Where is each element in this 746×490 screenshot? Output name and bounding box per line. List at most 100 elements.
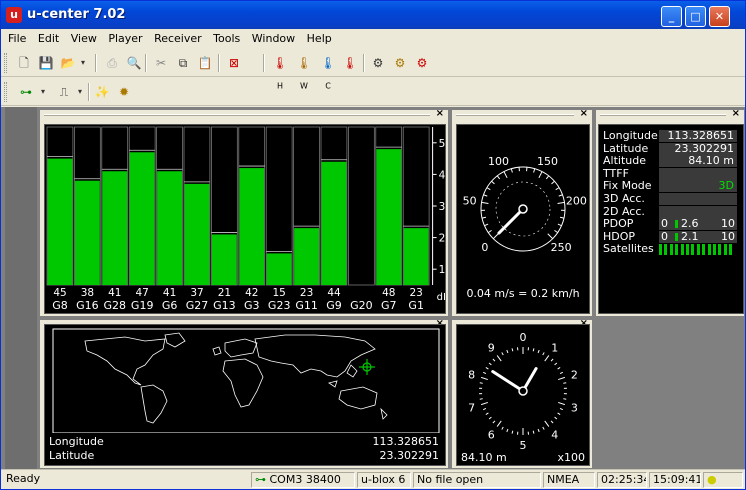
snr-value-g1: 23: [410, 287, 423, 299]
snr-sat-label-g9: G9: [326, 299, 342, 312]
alt-tick-label: 7: [468, 402, 475, 415]
status-port[interactable]: ⊶ COM3 38400: [251, 472, 355, 488]
toolbar-grip[interactable]: [4, 82, 7, 102]
pdop-min: 0: [661, 217, 668, 231]
alt-tick: [554, 416, 558, 420]
panel-close-icon[interactable]: ×: [732, 108, 740, 119]
map-longitude-label: Longitude: [49, 435, 104, 448]
menu-window[interactable]: Window: [252, 29, 295, 45]
menu-file[interactable]: File: [8, 29, 26, 45]
new-file-icon[interactable]: 🗋: [15, 54, 33, 72]
thermometer-plus-icon[interactable]: 🌡: [341, 54, 359, 72]
open-folder-icon[interactable]: 📂: [59, 54, 77, 72]
alt-tick: [488, 416, 492, 420]
panel-close-icon[interactable]: ×: [580, 108, 588, 119]
info-label-satellites: Satellites: [603, 242, 654, 256]
map-latitude-value: 23.302291: [379, 449, 440, 462]
snr-sat-label-g20: G20: [350, 299, 373, 312]
alt-tick-label: 0: [520, 331, 527, 344]
toolbar-separator: [363, 54, 365, 72]
speed-tick: [533, 168, 536, 173]
minimize-button[interactable]: _: [661, 6, 682, 27]
speed-tick: [558, 194, 563, 197]
menu-tools[interactable]: Tools: [213, 29, 240, 45]
alt-hub: [518, 386, 528, 396]
menu-view[interactable]: View: [71, 29, 97, 45]
alt-tick: [557, 367, 561, 370]
snr-y-tick-label: 10: [439, 264, 445, 276]
menu-help[interactable]: Help: [307, 29, 332, 45]
world-map[interactable]: Longitude 113.328651 Latitude 23.302291: [44, 324, 446, 466]
snr-sat-label-g6: G6: [162, 299, 178, 312]
baudrate-icon[interactable]: ⎍: [53, 83, 75, 101]
close-doc-icon[interactable]: ⊠: [225, 54, 243, 72]
snr-sat-label-g3: G3: [244, 299, 260, 312]
alt-tick: [563, 398, 567, 400]
signal-strength-panel: × 45 G8 38 G16 41 G28 47 G19 41 G6 37 G27 21 G13 42 G3 1…: [39, 108, 452, 317]
title-bar[interactable]: u u-center 7.02 _ □ ✕: [1, 1, 745, 29]
snr-sat-label-g8: G8: [52, 299, 68, 312]
snr-value-g16: 38: [81, 287, 94, 299]
close-button[interactable]: ✕: [709, 6, 730, 27]
snr-bar-g1: [403, 228, 429, 285]
snr-bar-g9: [321, 161, 347, 285]
info-value-ttff: [659, 167, 737, 180]
alt-tick-label: 4: [551, 429, 558, 442]
speed-tick: [538, 171, 543, 179]
alt-tick: [482, 408, 487, 411]
save-icon[interactable]: 💾: [37, 54, 55, 72]
toolbar-separator: [88, 83, 90, 101]
menu-edit[interactable]: Edit: [38, 29, 59, 45]
snr-y-tick-label: 50: [439, 138, 445, 150]
thermometer-hot-icon[interactable]: 🌡H: [271, 54, 289, 90]
toolbar-grip[interactable]: [4, 53, 7, 73]
print-preview-icon[interactable]: 🔍: [125, 54, 143, 72]
baudrate-dropdown-icon[interactable]: ▾: [75, 83, 85, 101]
left-dock-strip: [5, 107, 37, 469]
reset-icon[interactable]: ✹: [115, 83, 133, 101]
snr-sat-label-g19: G19: [131, 299, 154, 312]
speed-needle: [497, 207, 525, 235]
speed-tick: [555, 187, 560, 191]
maximize-button[interactable]: □: [685, 6, 706, 27]
status-time-2: 15:09:41: [649, 472, 701, 488]
snr-bar-g28: [102, 171, 128, 285]
copy-icon[interactable]: ⧉: [174, 54, 192, 72]
alt-tick: [492, 358, 496, 362]
panel-close-icon[interactable]: ×: [436, 108, 444, 119]
info-hdop-bar: 0 2.1 10: [659, 229, 737, 243]
menu-receiver[interactable]: Receiver: [154, 29, 202, 45]
hdop-min: 0: [661, 229, 668, 243]
menu-player[interactable]: Player: [108, 29, 142, 45]
snr-value-g27: 37: [190, 287, 203, 299]
alt-tick: [511, 348, 514, 352]
magic-wand-icon[interactable]: ✨: [93, 83, 111, 101]
snr-unit-label: dB: [437, 292, 445, 303]
connection-icon[interactable]: ⊶: [15, 83, 37, 101]
thermometer-warm-icon[interactable]: 🌡W: [295, 54, 313, 90]
toolbar-separator: [263, 54, 265, 72]
alt-tick-label: 6: [488, 429, 495, 442]
info-value-2d-acc: [659, 205, 737, 218]
alt-tick: [554, 362, 558, 366]
gear-stop-icon[interactable]: ⚙: [413, 54, 431, 72]
snr-y-tick-label: 20: [439, 233, 445, 245]
speed-tick: [483, 194, 488, 197]
snr-value-g19: 47: [136, 287, 149, 299]
speed-tick: [484, 223, 489, 227]
speed-tick: [557, 201, 565, 205]
info-value-altitude: 84.10 m: [659, 155, 737, 168]
paste-icon[interactable]: 📋: [196, 54, 214, 72]
print-icon[interactable]: ⎙: [103, 54, 121, 72]
snr-value-g28: 41: [108, 287, 121, 299]
thermometer-cold-icon[interactable]: 🌡C: [319, 54, 337, 90]
speed-tick: [559, 216, 565, 219]
gear-icon[interactable]: ⚙: [369, 54, 387, 72]
menu-bar: File Edit View Player Receiver Tools Win…: [1, 29, 745, 48]
gear-edit-icon[interactable]: ⚙: [391, 54, 409, 72]
cut-icon[interactable]: ✂: [152, 54, 170, 72]
speed-tick-label: 0: [481, 241, 488, 254]
connection-dropdown-icon[interactable]: ▾: [38, 83, 48, 101]
alt-tick: [542, 426, 545, 430]
open-dropdown-icon[interactable]: ▾: [78, 54, 88, 72]
